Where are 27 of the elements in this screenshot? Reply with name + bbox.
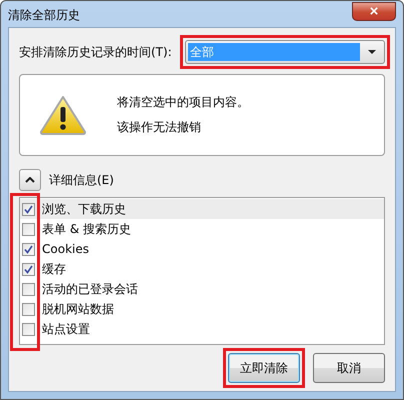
list-item[interactable]: 表单 & 搜索历史	[20, 219, 384, 239]
list-item[interactable]: 浏览、下载历史	[20, 199, 384, 219]
selected-value: 全部	[188, 43, 360, 61]
list-item[interactable]: 活动的已登录会话	[20, 279, 384, 299]
dialog-button[interactable]: 立即清除	[228, 353, 300, 383]
list-item[interactable]: Cookies	[20, 239, 384, 259]
chevron-up-icon	[25, 177, 35, 183]
checkbox[interactable]	[22, 282, 35, 296]
message-text: 该操作无法撤销	[117, 119, 202, 136]
window-title: 清除全部历史	[8, 7, 80, 24]
time-range-label: 安排清除历史记录的时间(T):	[19, 44, 172, 60]
checkbox[interactable]	[22, 262, 35, 276]
checkbox[interactable]	[22, 222, 35, 236]
close-button[interactable]: ×	[352, 2, 396, 21]
warning-icon	[39, 95, 87, 135]
details-toggle-button[interactable]	[19, 169, 41, 191]
checkbox[interactable]	[22, 242, 35, 256]
details-label: 详细信息(E)	[49, 172, 114, 188]
message-text: 将清空选中的项目内容。	[117, 94, 249, 111]
dialog-button[interactable]: 取消	[313, 353, 385, 383]
checkbox[interactable]	[22, 302, 35, 316]
list-item[interactable]: 站点设置	[20, 319, 384, 339]
list-item[interactable]: 脱机网站数据	[20, 299, 384, 319]
checkbox[interactable]	[22, 322, 35, 336]
list-item[interactable]: 缓存	[20, 259, 384, 279]
checkbox[interactable]	[22, 202, 35, 216]
caret-icon	[368, 50, 376, 54]
